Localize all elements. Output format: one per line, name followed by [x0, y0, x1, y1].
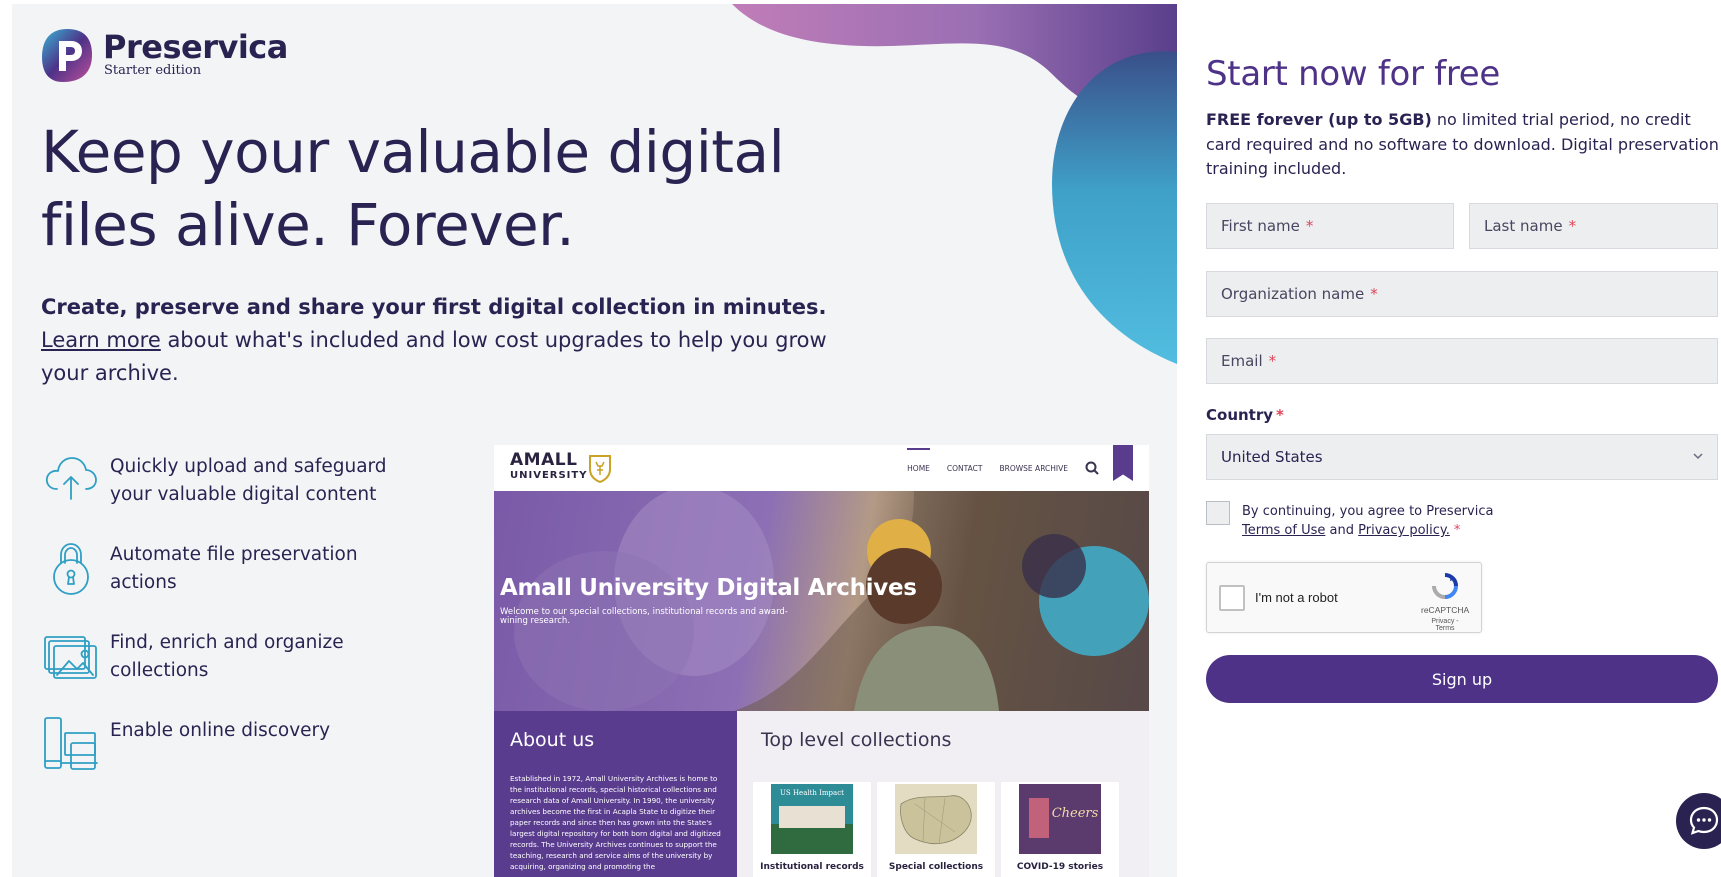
terms-text: By continuing, you agree to Preservica T… — [1242, 502, 1493, 540]
deer-shield-icon — [589, 455, 612, 483]
hero-description: Create, preserve and share your first di… — [41, 291, 831, 390]
form-title: Start now for free — [1206, 54, 1501, 94]
required-marker: * — [1305, 217, 1314, 235]
amall-logo-top: AMALL — [510, 450, 578, 470]
country-label: Country * — [1206, 406, 1284, 424]
required-marker: * — [1370, 285, 1378, 303]
collection-card-label: COVID-19 stories — [1016, 862, 1104, 872]
country-label-text: Country — [1206, 406, 1274, 424]
terms-agreement: By continuing, you agree to Preservica T… — [1206, 501, 1493, 540]
preview-navbar: AMALL UNIVERSITY HOME CONTACT BROWSE ARC… — [494, 445, 1149, 491]
last-name-field[interactable]: Last name * — [1469, 203, 1718, 249]
form-intro: FREE forever (up to 5GB) no limited tria… — [1206, 108, 1721, 182]
preview-hero-art — [514, 491, 1149, 711]
learn-more-link[interactable]: Learn more — [41, 328, 161, 352]
thumb-caption: US Health Impact — [780, 789, 844, 797]
collection-thumbnail: Cheers — [1019, 784, 1101, 854]
preview-collections-title: Top level collections — [761, 729, 952, 751]
collection-card: US Health Impact Institutional records — [753, 782, 871, 877]
terms-prefix: By continuing, you agree to Preservica — [1242, 504, 1494, 519]
chevron-down-icon — [1693, 453, 1703, 460]
signup-panel: Start now for free FREE forever (up to 5… — [1177, 0, 1721, 877]
collection-card-label: Institutional records — [760, 862, 864, 872]
email-placeholder: Email — [1221, 352, 1263, 370]
preservica-logo-icon — [42, 29, 92, 82]
preview-hero-image: Amall University Digital Archives Welcom… — [494, 491, 1149, 711]
terms-of-use-link[interactable]: Terms of Use — [1242, 523, 1325, 538]
recaptcha-logo: reCAPTCHA Privacy - Terms — [1421, 571, 1469, 632]
preview-bookmark-icon — [1113, 445, 1133, 481]
required-marker: * — [1453, 523, 1461, 538]
organization-placeholder: Organization name — [1221, 285, 1365, 303]
country-value: United States — [1221, 448, 1323, 466]
collection-card: Cheers COVID-19 stories — [1001, 782, 1119, 877]
feature-item: Find, enrich and organize collections — [41, 625, 461, 713]
recaptcha-brand: reCAPTCHA — [1421, 605, 1470, 615]
preview-nav-home: HOME — [907, 447, 930, 473]
recaptcha-links[interactable]: Privacy - Terms — [1421, 618, 1469, 632]
terms-checkbox[interactable] — [1206, 501, 1230, 525]
preview-about-text: Established in 1972, Amall University Ar… — [510, 774, 721, 871]
marketing-panel: Preservica Starter edition Keep your val… — [12, 4, 1177, 877]
organization-field[interactable]: Organization name * — [1206, 271, 1718, 317]
amall-logo-bottom: UNIVERSITY — [510, 470, 588, 481]
recaptcha-icon — [1432, 573, 1458, 599]
first-name-placeholder: First name — [1221, 217, 1300, 235]
thumb-caption: Cheers — [1052, 806, 1099, 821]
preview-about-title: About us — [510, 729, 595, 751]
feature-text: Quickly upload and safeguard your valuab… — [110, 456, 387, 505]
devices-icon — [44, 717, 98, 770]
feature-item: Quickly upload and safeguard your valuab… — [41, 449, 461, 537]
email-field[interactable]: Email * — [1206, 338, 1718, 384]
first-name-field[interactable]: First name * — [1206, 203, 1454, 249]
collection-card-label: Special collections — [888, 862, 984, 872]
sign-up-button[interactable]: Sign up — [1206, 655, 1718, 703]
preview-nav-links: HOME CONTACT BROWSE ARCHIVE — [907, 447, 1099, 475]
feature-text: Enable online discovery — [110, 720, 331, 741]
hero-desc-bold: Create, preserve and share your first di… — [41, 295, 827, 319]
hero-title: Keep your valuable digital files alive. … — [41, 118, 785, 259]
preview-collections-section: Top level collections US Health Impact I… — [737, 711, 1149, 877]
terms-and: and — [1329, 523, 1354, 538]
preview-search-icon — [1085, 461, 1099, 475]
recaptcha-widget: I'm not a robot reCAPTCHA Privacy - Term… — [1206, 562, 1482, 633]
preview-collection-cards: US Health Impact Institutional records S… — [753, 782, 1119, 877]
collection-card: Special collections — [877, 782, 995, 877]
recaptcha-label: I'm not a robot — [1255, 590, 1338, 605]
recaptcha-checkbox[interactable] — [1219, 585, 1245, 611]
preview-hero-title: Amall University Digital Archives — [500, 575, 917, 601]
privacy-policy-link[interactable]: Privacy policy. — [1358, 523, 1450, 538]
country-select[interactable]: United States — [1206, 434, 1718, 480]
cloud-upload-icon — [45, 457, 97, 500]
preview-hero-subtitle: Welcome to our special collections, inst… — [500, 607, 788, 626]
preview-nav-browse: BROWSE ARCHIVE — [999, 463, 1069, 473]
brand-name: Preservica — [103, 28, 288, 66]
archive-preview: AMALL UNIVERSITY HOME CONTACT BROWSE ARC… — [494, 445, 1149, 877]
last-name-placeholder: Last name — [1484, 217, 1563, 235]
feature-text: Find, enrich and organize collections — [110, 632, 344, 681]
feature-list: Quickly upload and safeguard your valuab… — [41, 449, 461, 801]
required-marker: * — [1276, 406, 1284, 424]
required-marker: * — [1568, 217, 1577, 235]
preview-nav-contact: CONTACT — [946, 463, 983, 473]
image-stack-icon — [44, 636, 97, 679]
feature-text: Automate file preservation actions — [110, 544, 358, 593]
form-intro-bold: FREE forever (up to 5GB) — [1206, 110, 1432, 129]
preservica-logo[interactable]: Preservica Starter edition — [41, 27, 288, 83]
lock-icon — [53, 543, 89, 595]
preview-about-section: About us Established in 1972, Amall Univ… — [494, 711, 737, 877]
amall-logo: AMALL UNIVERSITY — [510, 450, 613, 483]
required-marker: * — [1268, 352, 1277, 370]
collection-thumbnail — [895, 784, 977, 854]
feature-item: Enable online discovery — [41, 713, 461, 801]
chat-button[interactable] — [1676, 793, 1721, 849]
feature-item: Automate file preservation actions — [41, 537, 461, 625]
chat-icon — [1689, 806, 1719, 835]
collection-thumbnail: US Health Impact — [771, 784, 853, 854]
